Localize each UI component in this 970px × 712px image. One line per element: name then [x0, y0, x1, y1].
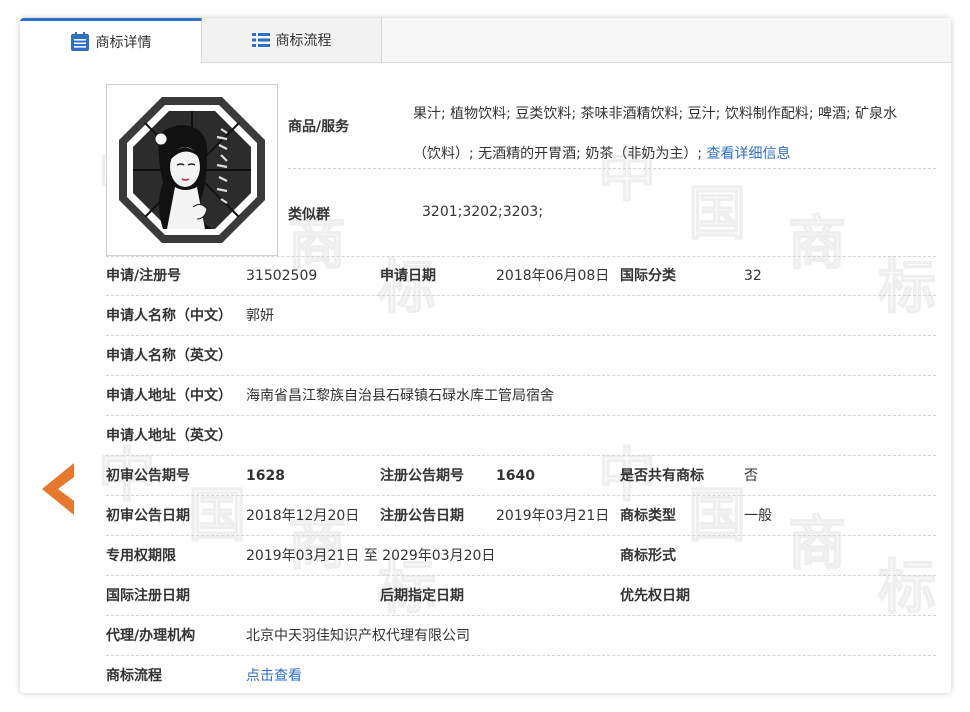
field-value: 2019年03月21日 [496, 508, 610, 524]
row-applicant-address-cn: 申请人地址（中文） 海南省昌江黎族自治县石碌镇石碌水库工管局宿舍 [106, 376, 936, 416]
field-label: 商标类型 [620, 508, 676, 524]
field-value: 1640 [496, 468, 535, 484]
goods-services-label: 商品/服务 [288, 119, 350, 135]
tab-trademark-detail[interactable]: 商标详情 [20, 18, 202, 63]
field-label: 申请人名称（中文） [106, 308, 232, 324]
view-process-link[interactable]: 点击查看 [246, 656, 302, 693]
field-value: 2018年12月20日 [246, 508, 360, 524]
similar-group-value: 3201;3202;3203; [422, 204, 544, 220]
field-label: 是否共有商标 [620, 468, 704, 484]
tab-label: 商标详情 [95, 35, 152, 51]
field-label: 商标流程 [106, 668, 162, 684]
goods-services-value: 果汁; 植物饮料; 豆类饮料; 茶味非酒精饮料; 豆汁; 饮料制作配料; 啤酒;… [413, 94, 925, 174]
field-value: 一般 [744, 508, 772, 524]
field-value: 2018年06月08日 [496, 268, 610, 284]
field-value: 北京中天羽佳知识产权代理有限公司 [246, 628, 470, 644]
field-label: 国际注册日期 [106, 588, 190, 604]
row-applicant-address-en: 申请人地址（英文） [106, 416, 936, 456]
trademark-logo [119, 97, 265, 243]
row-international-dates: 国际注册日期 后期指定日期 优先权日期 [106, 576, 936, 616]
watermark: 国 [687, 178, 747, 248]
trademark-detail-panel: 中 商 标 中 国 商 标 中 国 商 标 中 国 商 标 商标详情 [20, 18, 951, 693]
row-agency: 代理/办理机构 北京中天羽佳知识产权代理有限公司 [106, 616, 936, 656]
field-value: 1628 [246, 468, 285, 484]
field-value: 海南省昌江黎族自治县石碌镇石碌水库工管局宿舍 [246, 388, 554, 404]
field-label: 商标形式 [620, 548, 676, 564]
list-icon [251, 32, 270, 48]
field-label: 注册公告日期 [380, 508, 464, 524]
view-details-link[interactable]: 查看详细信息 [707, 146, 791, 162]
tab-label: 商标流程 [275, 33, 332, 49]
row-announcement-date: 初审公告日期 2018年12月20日 注册公告日期 2019年03月21日 商标… [106, 496, 936, 536]
row-applicant-name-cn: 申请人名称（中文） 郭妍 [106, 296, 936, 336]
field-value: 31502509 [246, 268, 318, 284]
trademark-image [106, 84, 278, 256]
field-label: 申请人名称（英文） [106, 348, 232, 364]
field-label: 后期指定日期 [380, 588, 464, 604]
field-label: 申请日期 [380, 268, 436, 284]
field-label: 申请人地址（英文） [106, 428, 232, 444]
row-application-number: 申请/注册号 31502509 申请日期 2018年06月08日 国际分类 32 [106, 256, 936, 296]
field-value: 否 [744, 468, 758, 484]
previous-arrow-icon[interactable] [42, 463, 74, 515]
field-label: 申请/注册号 [106, 268, 182, 284]
field-label: 注册公告期号 [380, 468, 464, 484]
row-trademark-process: 商标流程 点击查看 [106, 656, 936, 693]
similar-group-label: 类似群 [288, 207, 330, 223]
field-value: 2019年03月21日 至 2029年03月20日 [246, 548, 496, 564]
field-label: 优先权日期 [620, 588, 690, 604]
tab-trademark-process[interactable]: 商标流程 [202, 18, 382, 62]
document-list-icon [70, 32, 90, 52]
field-label: 国际分类 [620, 268, 676, 284]
field-value: 郭妍 [246, 308, 274, 324]
field-label: 初审公告日期 [106, 508, 190, 524]
goods-services-text: 果汁; 植物饮料; 豆类饮料; 茶味非酒精饮料; 豆汁; 饮料制作配料; 啤酒;… [413, 106, 898, 162]
row-applicant-name-en: 申请人名称（英文） [106, 336, 936, 376]
divider [288, 168, 936, 169]
tab-bar: 商标详情 商标流程 [20, 18, 951, 63]
field-label: 申请人地址（中文） [106, 388, 232, 404]
row-announcement-number: 初审公告期号 1628 注册公告期号 1640 是否共有商标 否 [106, 456, 936, 496]
field-label: 初审公告期号 [106, 468, 190, 484]
field-label: 专用权期限 [106, 548, 176, 564]
field-value: 32 [744, 268, 762, 284]
row-exclusive-right-period: 专用权期限 2019年03月21日 至 2029年03月20日 商标形式 [106, 536, 936, 576]
field-label: 代理/办理机构 [106, 628, 196, 644]
